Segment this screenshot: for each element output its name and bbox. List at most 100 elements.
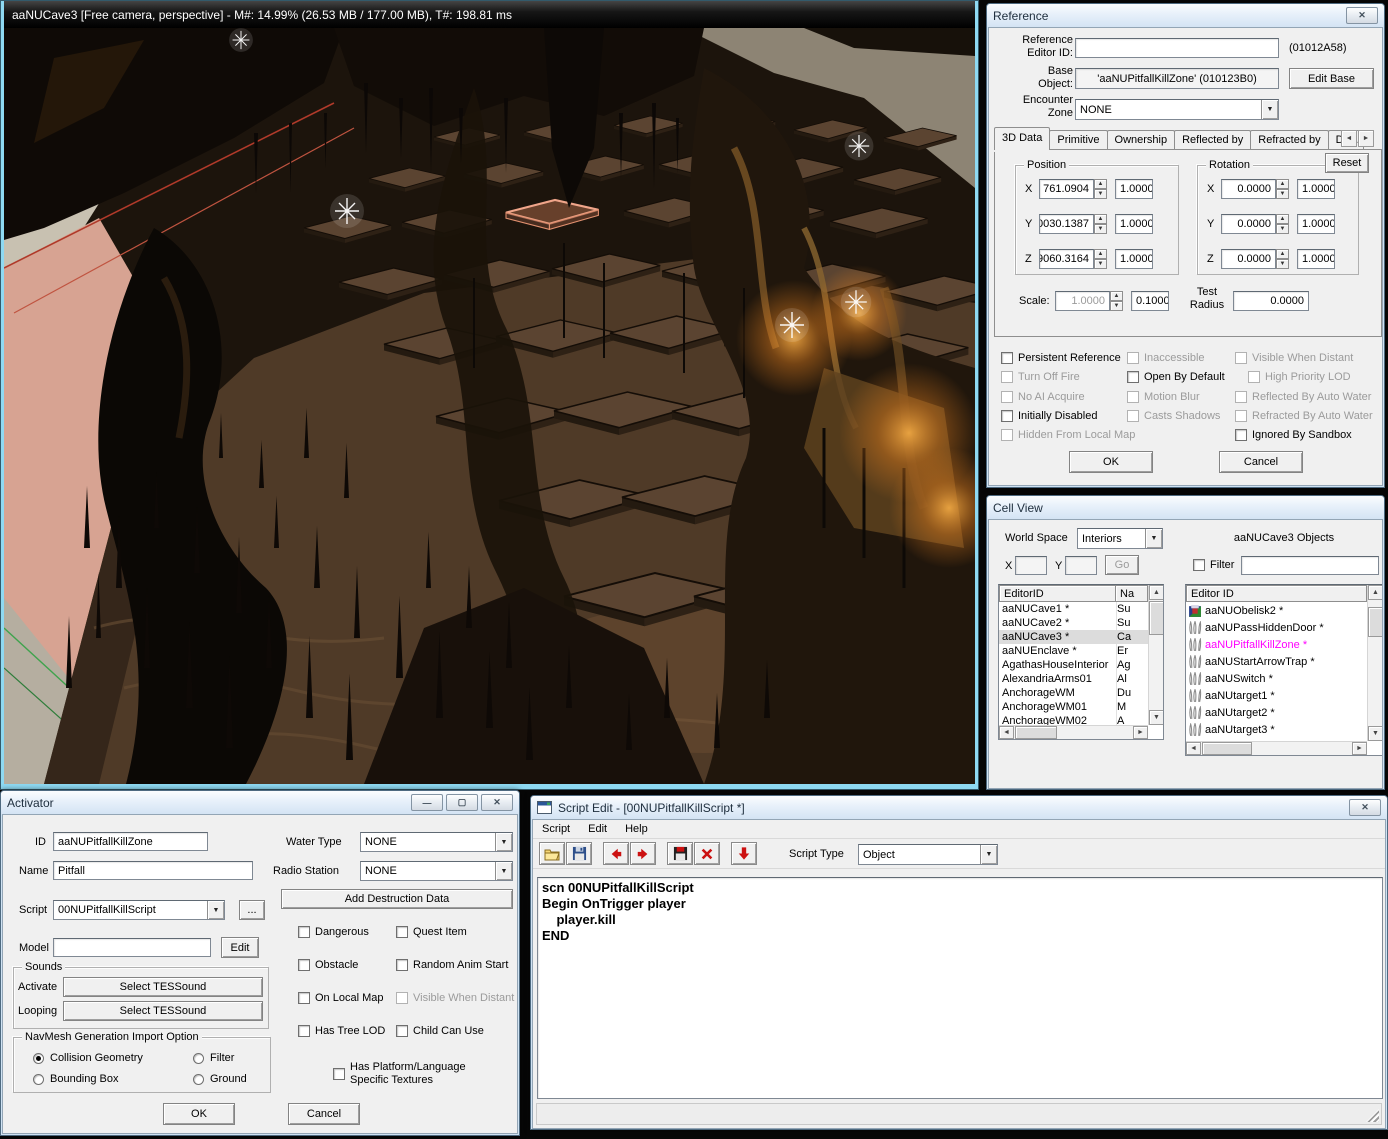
world-space-combo[interactable]: Interiors ▼ [1077,528,1163,549]
position-z-input[interactable]: 9060.3164 [1039,249,1094,269]
scale-mult[interactable]: 0.1000 [1131,291,1169,311]
tab-refracted-by[interactable]: Refracted by [1250,130,1328,150]
save-icon[interactable] [566,842,592,865]
close-icon[interactable]: ✕ [1346,7,1378,24]
maximize-icon[interactable]: ▢ [446,794,478,811]
scale-input[interactable]: 1.0000 [1055,291,1110,311]
object-list-hscrollbar[interactable]: ◄ ► [1186,741,1367,755]
checkbox-platform-textures[interactable]: Has Platform/Language Specific Textures [333,1061,466,1087]
activator-titlebar[interactable]: Activator — ▢ ✕ [1,791,519,814]
cancel-button[interactable]: Cancel [288,1103,360,1125]
radio-bounding-box[interactable]: Bounding Box [33,1072,119,1086]
tab-reflected-by[interactable]: Reflected by [1174,130,1251,150]
go-button[interactable]: Go [1105,555,1139,575]
object-list-vscrollbar[interactable]: ▲ ▼ [1367,585,1382,741]
object-row[interactable]: aaNUObelisk2 * [1186,602,1367,619]
script-edit-titlebar[interactable]: Script Edit - [00NUPitfallKillScript *] … [531,796,1387,819]
tab-scroll-left-icon[interactable]: ◄ [1341,130,1357,147]
script-browse-button[interactable]: ... [239,900,265,920]
cell-row[interactable]: aaNUEnclave *Er [999,644,1148,658]
activate-sound-button[interactable]: Select TESSound [63,977,263,997]
cell-row[interactable]: AgathasHouseInteriorAg [999,658,1148,672]
open-icon[interactable] [539,842,565,865]
close-icon[interactable]: ✕ [1349,799,1381,816]
cell-list[interactable]: EditorID Na aaNUCave1 *Su aaNUCave2 *Su … [998,584,1164,740]
position-x-spinner[interactable]: ▲▼ [1094,179,1107,199]
radio-collision-geometry[interactable]: Collision Geometry [33,1051,143,1065]
cell-row[interactable]: AnchorageWMDu [999,686,1148,700]
chevron-down-icon[interactable]: ▼ [980,845,997,864]
next-script-icon[interactable] [630,842,656,865]
position-z-mult[interactable]: 1.0000 [1115,249,1153,269]
render-viewport[interactable] [4,28,975,784]
chevron-down-icon[interactable]: ▼ [495,833,512,851]
chevron-down-icon[interactable]: ▼ [1145,529,1162,548]
minimize-icon[interactable]: — [411,794,443,811]
rotation-z-spinner[interactable]: ▲▼ [1276,249,1289,269]
cancel-button[interactable]: Cancel [1219,451,1303,473]
cell-list-hscrollbar[interactable]: ◄ ► [999,725,1148,739]
checkbox-persistent-reference[interactable]: Persistent Reference [1001,351,1121,365]
position-y-spinner[interactable]: ▲▼ [1094,214,1107,234]
cell-row-selected[interactable]: aaNUCave3 *Ca [999,630,1148,644]
encounter-zone-combo[interactable]: NONE ▼ [1075,99,1279,120]
tab-scroll-right-icon[interactable]: ► [1358,130,1374,147]
delete-script-icon[interactable] [694,842,720,865]
cell-list-vscrollbar[interactable]: ▲ ▼ [1148,585,1163,725]
rotation-y-spinner[interactable]: ▲▼ [1276,214,1289,234]
script-combo[interactable]: 00NUPitfallKillScript ▼ [53,900,225,920]
resize-grip[interactable] [1366,1109,1379,1122]
checkbox-child-can-use[interactable]: Child Can Use [396,1024,484,1038]
radio-station-combo[interactable]: NONE ▼ [360,861,513,881]
position-z-spinner[interactable]: ▲▼ [1094,249,1107,269]
position-x-mult[interactable]: 1.0000 [1115,179,1153,199]
cell-row[interactable]: AnchorageWM02A [999,714,1148,725]
rotation-x-input[interactable]: 0.0000 [1221,179,1276,199]
checkbox-on-local-map[interactable]: On Local Map [298,991,383,1005]
goto-icon[interactable] [731,842,757,865]
checkbox-obstacle[interactable]: Obstacle [298,958,358,972]
object-row[interactable]: aaNUtarget1 * [1186,687,1367,704]
rotation-y-mult[interactable]: 1.0000 [1297,214,1335,234]
object-row[interactable]: aaNUPassHiddenDoor * [1186,619,1367,636]
col-editorid[interactable]: EditorID [999,585,1116,602]
cell-row[interactable]: aaNUCave1 *Su [999,602,1148,616]
checkbox-dangerous[interactable]: Dangerous [298,925,369,939]
radio-ground[interactable]: Ground [193,1072,247,1086]
object-list[interactable]: Editor ID aaNUObelisk2 * aaNUPassHiddenD… [1185,584,1383,756]
tab-ownership[interactable]: Ownership [1107,130,1176,150]
ok-button[interactable]: OK [163,1103,235,1125]
position-y-input[interactable]: 20030.1387 [1039,214,1094,234]
filter-input[interactable] [1241,556,1379,575]
prev-script-icon[interactable] [603,842,629,865]
rotation-x-mult[interactable]: 1.0000 [1297,179,1335,199]
script-text-area[interactable]: scn 00NUPitfallKillScript Begin OnTrigge… [537,877,1383,1099]
checkbox-ignored-by-sandbox[interactable]: Ignored By Sandbox [1235,428,1352,442]
script-type-combo[interactable]: Object ▼ [858,844,998,865]
radio-filter[interactable]: Filter [193,1051,234,1065]
selected-trigger-tile[interactable] [506,200,598,229]
position-x-input[interactable]: 761.0904 [1039,179,1094,199]
menu-help[interactable]: Help [616,820,657,838]
water-type-combo[interactable]: NONE ▼ [360,832,513,852]
position-y-mult[interactable]: 1.0000 [1115,214,1153,234]
object-row[interactable]: aaNUSwitch * [1186,670,1367,687]
add-destruction-data-button[interactable]: Add Destruction Data [281,889,513,909]
name-input[interactable]: Pitfall [53,861,253,880]
checkbox-has-tree-lod[interactable]: Has Tree LOD [298,1024,385,1038]
checkbox-quest-item[interactable]: Quest Item [396,925,467,939]
col-name[interactable]: Na [1116,585,1148,602]
rotation-z-mult[interactable]: 1.0000 [1297,249,1335,269]
cell-row[interactable]: aaNUCave2 *Su [999,616,1148,630]
id-input[interactable]: aaNUPitfallKillZone [53,832,208,851]
filter-checkbox[interactable]: Filter [1193,558,1234,572]
checkbox-random-anim-start[interactable]: Random Anim Start [396,958,508,972]
tab-3d-data[interactable]: 3D Data [994,127,1050,150]
close-icon[interactable]: ✕ [481,794,513,811]
reference-editor-id-input[interactable] [1075,38,1279,58]
scale-spinner[interactable]: ▲▼ [1110,291,1123,311]
chevron-down-icon[interactable]: ▼ [495,862,512,880]
save-close-icon[interactable] [667,842,693,865]
rotation-x-spinner[interactable]: ▲▼ [1276,179,1289,199]
object-row[interactable]: aaNUStartArrowTrap * [1186,653,1367,670]
